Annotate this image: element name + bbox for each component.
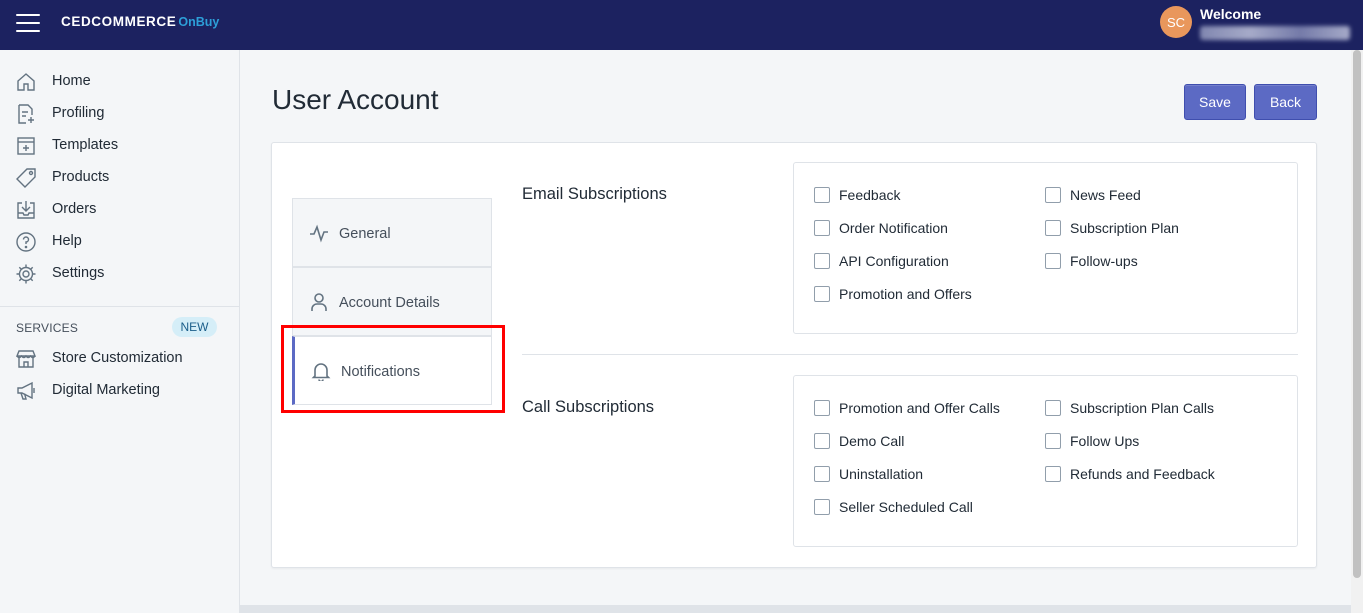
tab-label: Account Details xyxy=(339,295,440,311)
profiling-icon xyxy=(18,104,34,124)
sidebar-divider xyxy=(0,306,239,307)
checkbox-label: Order Notification xyxy=(839,220,948,236)
bell-icon xyxy=(311,363,331,381)
sidebar-item-store-customization[interactable]: Store Customization xyxy=(0,343,239,375)
sidebar-item-label: Products xyxy=(52,169,110,185)
sidebar-item-label: Settings xyxy=(52,265,105,281)
checkbox-uninstallation[interactable]: Uninstallation xyxy=(814,466,923,482)
checkbox-news-feed[interactable]: News Feed xyxy=(1045,187,1141,203)
welcome-text: Welcome xyxy=(1200,6,1262,22)
checkbox-box[interactable] xyxy=(1045,466,1061,482)
sidebar-item-label: Store Customization xyxy=(52,350,183,366)
new-badge: NEW xyxy=(172,317,217,337)
top-bar: CEDCOMMERCE OnBuy SC Welcome xyxy=(0,0,1363,50)
checkbox-label: Demo Call xyxy=(839,433,905,449)
sidebar: Home Profiling Templates Products Orders… xyxy=(0,50,240,613)
gear-icon xyxy=(16,264,36,284)
checkbox-feedback[interactable]: Feedback xyxy=(814,187,900,203)
user-icon xyxy=(311,293,327,311)
checkbox-subscription-plan[interactable]: Subscription Plan xyxy=(1045,220,1179,236)
checkbox-follow-ups-call[interactable]: Follow Ups xyxy=(1045,433,1139,449)
sidebar-item-label: Help xyxy=(52,233,82,249)
checkbox-api-configuration[interactable]: API Configuration xyxy=(814,253,949,269)
sidebar-item-settings[interactable]: Settings xyxy=(0,258,239,290)
tab-account-details[interactable]: Account Details xyxy=(292,267,492,336)
tab-notifications[interactable]: Notifications xyxy=(292,336,492,405)
section-divider xyxy=(522,354,1298,355)
checkbox-box[interactable] xyxy=(1045,433,1061,449)
checkbox-refunds-and-feedback[interactable]: Refunds and Feedback xyxy=(1045,466,1215,482)
sidebar-item-label: Templates xyxy=(52,137,119,153)
checkbox-promotion-and-offer-calls[interactable]: Promotion and Offer Calls xyxy=(814,400,1000,416)
email-subscriptions-title: Email Subscriptions xyxy=(522,185,667,203)
checkbox-box[interactable] xyxy=(1045,187,1061,203)
checkbox-subscription-plan-calls[interactable]: Subscription Plan Calls xyxy=(1045,400,1214,416)
avatar[interactable]: SC xyxy=(1160,6,1192,38)
checkbox-label: Follow Ups xyxy=(1070,433,1140,449)
checkbox-box[interactable] xyxy=(814,286,830,302)
activity-icon xyxy=(310,224,328,243)
logo-main-text: CEDCOMMERCE xyxy=(61,14,177,29)
checkbox-seller-scheduled-call[interactable]: Seller Scheduled Call xyxy=(814,499,973,515)
checkbox-label: Promotion and Offers xyxy=(839,286,972,302)
sidebar-item-products[interactable]: Products xyxy=(0,162,239,194)
page-title: User Account xyxy=(272,84,439,115)
checkbox-label: Uninstallation xyxy=(839,466,924,482)
checkbox-box[interactable] xyxy=(814,400,830,416)
call-subscriptions-title: Call Subscriptions xyxy=(522,398,655,416)
sidebar-item-orders[interactable]: Orders xyxy=(0,194,239,226)
checkbox-label: Promotion and Offer Calls xyxy=(839,400,1000,416)
sidebar-item-templates[interactable]: Templates xyxy=(0,130,239,162)
sidebar-item-profiling[interactable]: Profiling xyxy=(0,98,239,130)
tab-label: Notifications xyxy=(341,364,420,380)
checkbox-label: Feedback xyxy=(839,187,901,203)
home-icon xyxy=(17,73,35,91)
checkbox-label: Seller Scheduled Call xyxy=(839,499,973,515)
checkbox-label: Subscription Plan xyxy=(1070,220,1179,236)
checkbox-box[interactable] xyxy=(1045,220,1061,236)
checkbox-label: Follow-ups xyxy=(1070,253,1138,269)
orders-icon xyxy=(17,201,35,219)
hamburger-menu-icon[interactable] xyxy=(16,14,40,34)
sidebar-item-label: Profiling xyxy=(52,105,105,121)
megaphone-icon xyxy=(17,381,35,400)
checkbox-follow-ups[interactable]: Follow-ups xyxy=(1045,253,1138,269)
sidebar-item-digital-marketing[interactable]: Digital Marketing xyxy=(0,375,239,407)
sidebar-item-home[interactable]: Home xyxy=(0,66,239,98)
tab-general[interactable]: General xyxy=(292,198,492,267)
checkbox-box[interactable] xyxy=(814,466,830,482)
sidebar-item-label: Digital Marketing xyxy=(52,382,160,398)
redacted-username xyxy=(1200,26,1350,40)
store-icon xyxy=(15,350,37,368)
checkbox-label: News Feed xyxy=(1070,187,1141,203)
sidebar-item-label: Home xyxy=(52,73,91,89)
back-button[interactable]: Back xyxy=(1254,84,1317,120)
checkbox-box[interactable] xyxy=(1045,400,1061,416)
logo-sub-text: OnBuy xyxy=(178,15,220,29)
checkbox-box[interactable] xyxy=(814,253,830,269)
checkbox-label: API Configuration xyxy=(839,253,949,269)
sidebar-item-help[interactable]: Help xyxy=(0,226,239,258)
save-button[interactable]: Save xyxy=(1184,84,1246,120)
checkbox-box[interactable] xyxy=(814,187,830,203)
scrollbar-thumb[interactable] xyxy=(1353,50,1361,578)
templates-icon xyxy=(17,137,35,155)
checkbox-box[interactable] xyxy=(1045,253,1061,269)
checkbox-promotion-and-offers[interactable]: Promotion and Offers xyxy=(814,286,972,302)
help-icon xyxy=(16,232,36,252)
vertical-scrollbar[interactable] xyxy=(1351,50,1363,613)
tag-icon xyxy=(16,168,36,188)
checkbox-demo-call[interactable]: Demo Call xyxy=(814,433,904,449)
services-heading: SERVICES xyxy=(16,321,79,335)
sidebar-item-label: Orders xyxy=(52,201,97,217)
checkbox-box[interactable] xyxy=(814,433,830,449)
app-logo[interactable]: CEDCOMMERCE OnBuy xyxy=(61,14,219,29)
checkbox-label: Refunds and Feedback xyxy=(1070,466,1215,482)
footer-edge xyxy=(240,605,1351,613)
checkbox-order-notification[interactable]: Order Notification xyxy=(814,220,948,236)
checkbox-label: Subscription Plan Calls xyxy=(1070,400,1214,416)
checkbox-box[interactable] xyxy=(814,220,830,236)
checkbox-box[interactable] xyxy=(814,499,830,515)
tab-label: General xyxy=(339,226,391,242)
